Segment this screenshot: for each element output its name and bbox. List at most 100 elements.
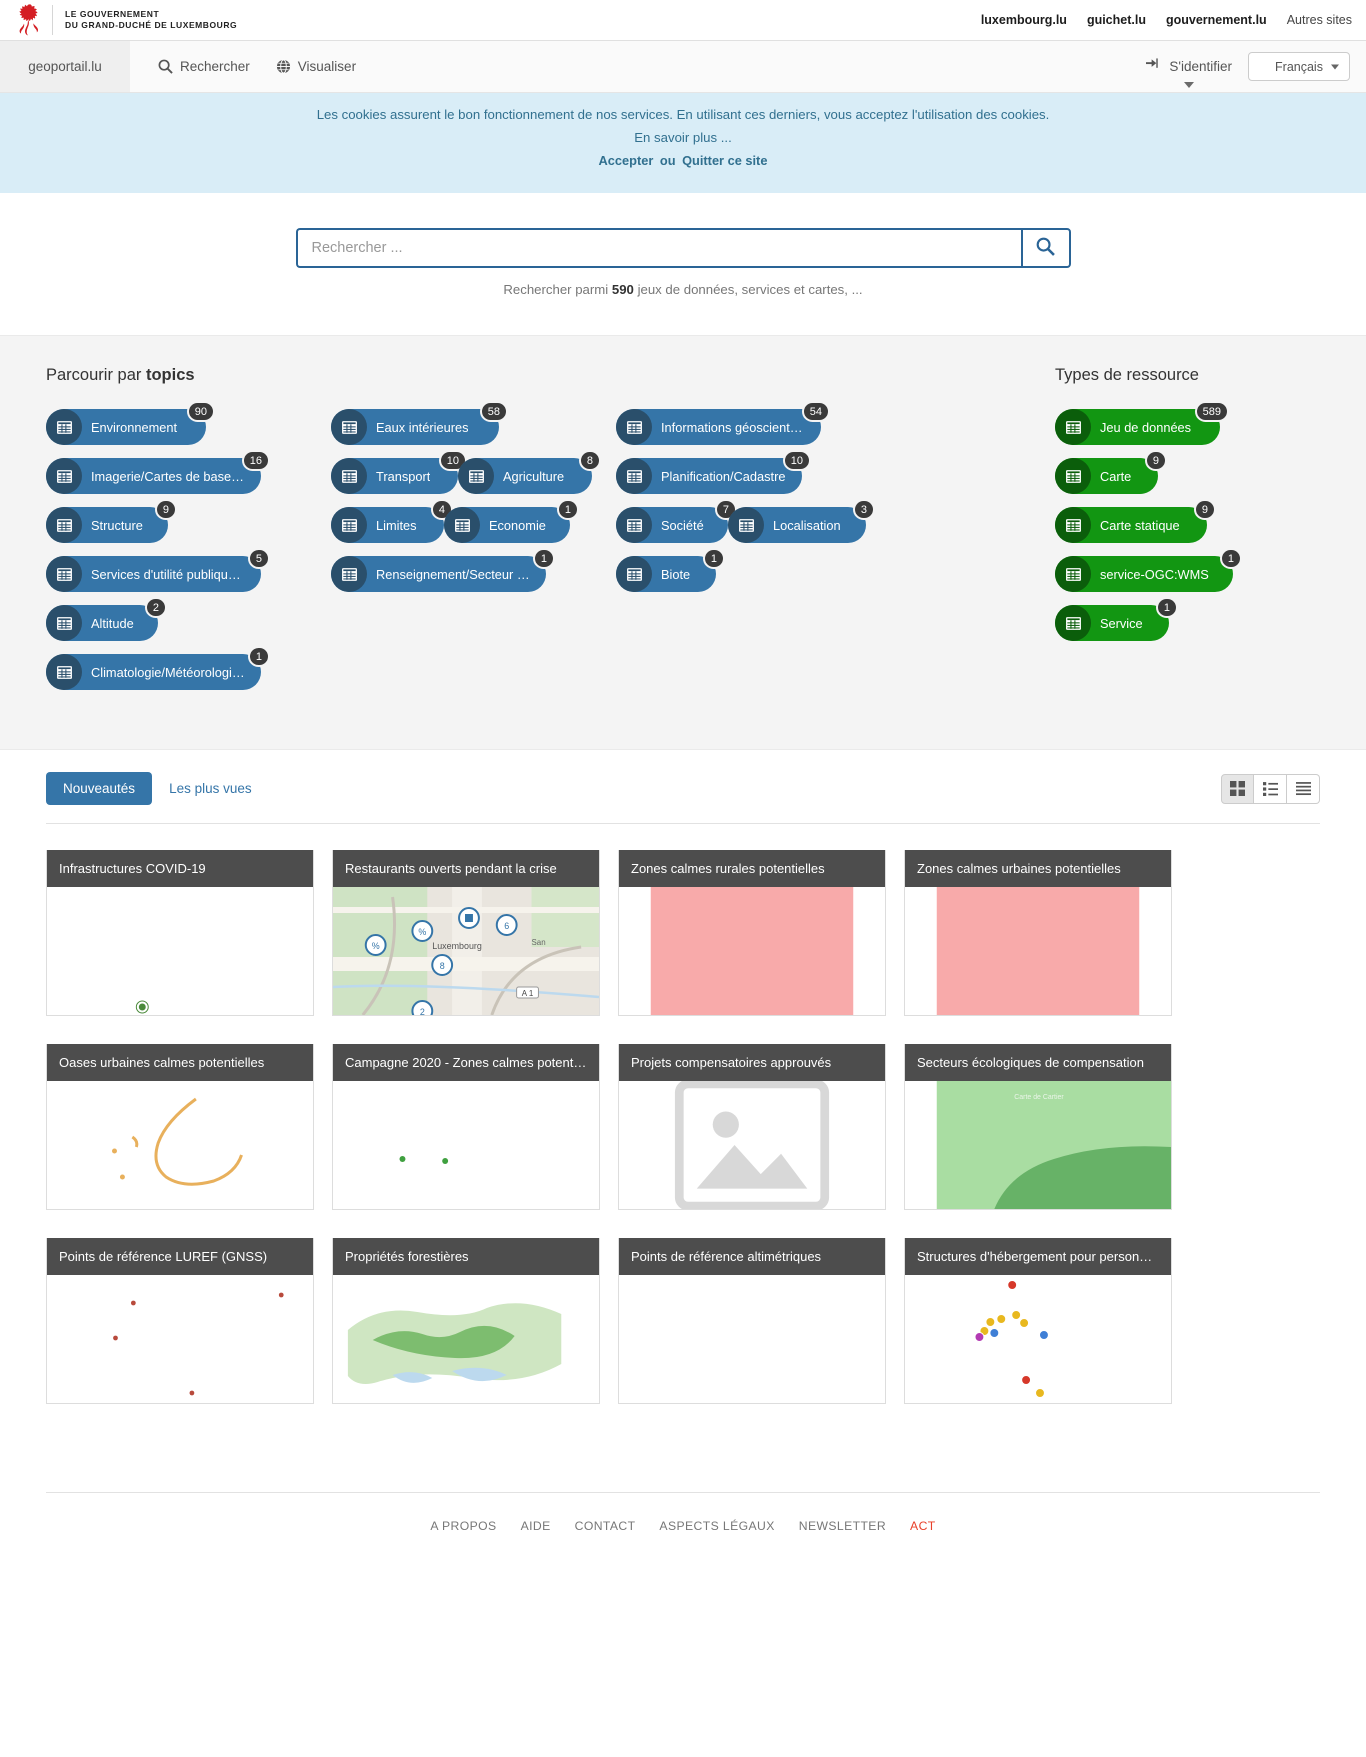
result-card[interactable]: Projets compensatoires approuvés bbox=[618, 1044, 886, 1210]
search-submit-button[interactable] bbox=[1020, 228, 1071, 268]
footer-link-4[interactable]: NEWSLETTER bbox=[799, 1519, 886, 1533]
topics-heading: Parcourir par topics bbox=[46, 366, 1055, 385]
result-card-title: Oases urbaines calmes potentielles bbox=[47, 1044, 313, 1081]
language-selector[interactable]: Français bbox=[1248, 52, 1350, 81]
government-name: LE GOUVERNEMENT DU GRAND-DUCHÉ DE LUXEMB… bbox=[65, 9, 237, 30]
tab-nouveautes[interactable]: Nouveautés bbox=[46, 772, 153, 805]
footer-link-3[interactable]: ASPECTS LÉGAUX bbox=[659, 1519, 774, 1533]
resource-pill-1[interactable]: Carte 9 bbox=[1055, 450, 1167, 494]
result-card[interactable]: Points de référence altimétriques bbox=[618, 1238, 886, 1404]
signin-label: S'identifier bbox=[1169, 59, 1232, 74]
gov-link-gouvernement[interactable]: gouvernement.lu bbox=[1166, 13, 1267, 27]
cookie-learn-more-link[interactable]: En savoir plus ... bbox=[634, 130, 731, 145]
footer-link-1[interactable]: AIDE bbox=[521, 1519, 551, 1533]
pill-count-badge: 58 bbox=[479, 401, 508, 422]
topic-pill-0-4[interactable]: Altitude 2 bbox=[46, 597, 167, 641]
cookie-leave-button[interactable]: Quitter ce site bbox=[682, 153, 767, 168]
gov-link-autres-sites[interactable]: Autres sites bbox=[1287, 13, 1352, 27]
resource-pill-3[interactable]: service-OGC:WMS 1 bbox=[1055, 548, 1242, 592]
result-card[interactable]: Structures d'hébergement pour personn… bbox=[904, 1238, 1172, 1404]
topic-pill-0-0[interactable]: Environnement 90 bbox=[46, 401, 215, 445]
cookie-actions: Accepter ou Quitter ce site bbox=[40, 153, 1326, 168]
branding-divider bbox=[52, 5, 53, 35]
result-card[interactable]: Oases urbaines calmes potentielles bbox=[46, 1044, 314, 1210]
search-input[interactable] bbox=[295, 228, 1021, 268]
result-card[interactable]: Propriétés forestières bbox=[332, 1238, 600, 1404]
result-card-title: Secteurs écologiques de compensation bbox=[905, 1044, 1171, 1081]
resource-types-heading: Types de ressource bbox=[1055, 366, 1199, 384]
pill-count-badge: 9 bbox=[1193, 499, 1216, 520]
topic-pill-0-2[interactable]: Structure 9 bbox=[46, 499, 177, 543]
result-card-thumbnail bbox=[619, 1275, 885, 1403]
nav-label-visualiser: Visualiser bbox=[297, 59, 357, 74]
topic-pill-2-4[interactable]: Biote 1 bbox=[616, 548, 725, 592]
resource-pill-0[interactable]: Jeu de données 589 bbox=[1055, 401, 1229, 445]
nav-label-rechercher: Rechercher bbox=[180, 59, 250, 74]
pill-label: Planification/Cadastre bbox=[661, 468, 786, 484]
result-card-thumbnail bbox=[905, 1275, 1171, 1403]
brand-geoportail[interactable]: geoportail.lu bbox=[0, 41, 130, 92]
result-card[interactable]: Zones calmes rurales potentielles bbox=[618, 850, 886, 1016]
result-card-thumbnail bbox=[47, 887, 313, 1015]
nav-item-rechercher[interactable]: Rechercher bbox=[148, 53, 260, 80]
topic-pill-0-3[interactable]: Services d'utilité publique/… 5 bbox=[46, 548, 270, 592]
topic-pill-1-0[interactable]: Eaux intérieures 58 bbox=[331, 401, 508, 445]
cookie-or-label: ou bbox=[659, 153, 676, 168]
topic-pill-1-2[interactable]: Agriculture 8 bbox=[458, 450, 601, 494]
result-card[interactable]: Campagne 2020 - Zones calmes potent… bbox=[332, 1044, 600, 1210]
pill-label: Limites bbox=[376, 517, 417, 533]
luxembourg-lion-icon bbox=[19, 4, 39, 36]
table-grid-icon bbox=[616, 556, 652, 592]
search-subtitle-suffix: jeux de données, services et cartes, ... bbox=[637, 282, 863, 297]
resource-pill-4[interactable]: Service 1 bbox=[1055, 597, 1178, 641]
topics-heading-bold: topics bbox=[145, 366, 195, 384]
topic-pill-2-2[interactable]: Société 7 bbox=[616, 499, 737, 543]
result-card[interactable]: Secteurs écologiques de compensation Cart… bbox=[904, 1044, 1172, 1210]
footer-link-0[interactable]: A PROPOS bbox=[430, 1519, 496, 1533]
pill-count-badge: 1 bbox=[556, 499, 579, 520]
result-card-thumbnail bbox=[619, 887, 885, 1015]
result-card-title: Infrastructures COVID-19 bbox=[47, 850, 313, 887]
results-toolbar: Nouveautés Les plus vues bbox=[46, 772, 1320, 824]
pill-count-badge: 589 bbox=[1194, 401, 1229, 422]
topic-pill-2-1[interactable]: Planification/Cadastre 10 bbox=[616, 450, 811, 494]
svg-text:Luxembourg: Luxembourg bbox=[432, 941, 482, 951]
topic-pill-2-3[interactable]: Localisation 3 bbox=[728, 499, 875, 543]
cookie-accept-button[interactable]: Accepter bbox=[599, 153, 654, 168]
topic-pill-0-1[interactable]: Imagerie/Cartes de base/… 16 bbox=[46, 450, 270, 494]
login-icon bbox=[1146, 58, 1161, 75]
result-card[interactable]: Infrastructures COVID-19 bbox=[46, 850, 314, 1016]
list-view-icon[interactable] bbox=[1254, 773, 1287, 804]
topic-pill-1-4[interactable]: Economie 1 bbox=[444, 499, 579, 543]
government-bar: LE GOUVERNEMENT DU GRAND-DUCHÉ DE LUXEMB… bbox=[0, 0, 1366, 41]
result-card[interactable]: Points de référence LUREF (GNSS) bbox=[46, 1238, 314, 1404]
grid-view-icon[interactable] bbox=[1221, 773, 1254, 804]
signin-button[interactable]: S'identifier bbox=[1146, 58, 1232, 88]
nav-item-visualiser[interactable]: Visualiser bbox=[266, 53, 366, 80]
topic-pill-1-5[interactable]: Renseignement/Secteur … 1 bbox=[331, 548, 555, 592]
result-card[interactable]: Restaurants ouverts pendant la crise Luxe… bbox=[332, 850, 600, 1016]
table-grid-icon bbox=[1055, 458, 1091, 494]
topic-pill-1-1[interactable]: Transport 10 bbox=[331, 450, 467, 494]
topic-pill-2-0[interactable]: Informations géoscientifiq… 54 bbox=[616, 401, 830, 445]
footer-link-5[interactable]: ACT bbox=[910, 1519, 936, 1533]
topic-pill-0-5[interactable]: Climatologie/Météorologie… 1 bbox=[46, 646, 270, 690]
footer-link-2[interactable]: CONTACT bbox=[575, 1519, 636, 1533]
gov-link-guichet[interactable]: guichet.lu bbox=[1087, 13, 1146, 27]
pill-label: Biote bbox=[661, 566, 691, 582]
topic-pill-1-3[interactable]: Limites 4 bbox=[331, 499, 453, 543]
result-card-thumbnail bbox=[905, 887, 1171, 1015]
resource-pill-2[interactable]: Carte statique 9 bbox=[1055, 499, 1216, 543]
result-card-thumbnail bbox=[333, 1275, 599, 1403]
pill-count-badge: 1 bbox=[1155, 597, 1178, 618]
result-card-title: Zones calmes rurales potentielles bbox=[619, 850, 885, 887]
page-root: LE GOUVERNEMENT DU GRAND-DUCHÉ DE LUXEMB… bbox=[0, 0, 1366, 1563]
result-card-thumbnail bbox=[333, 1081, 599, 1209]
result-card[interactable]: Zones calmes urbaines potentielles bbox=[904, 850, 1172, 1016]
pill-count-badge: 3 bbox=[852, 499, 875, 520]
gov-link-luxembourg[interactable]: luxembourg.lu bbox=[981, 13, 1067, 27]
pill-label: Jeu de données bbox=[1100, 419, 1192, 435]
tab-les-plus-vues[interactable]: Les plus vues bbox=[152, 772, 269, 805]
pill-count-badge: 2 bbox=[144, 597, 167, 618]
compact-list-view-icon[interactable] bbox=[1287, 773, 1320, 804]
